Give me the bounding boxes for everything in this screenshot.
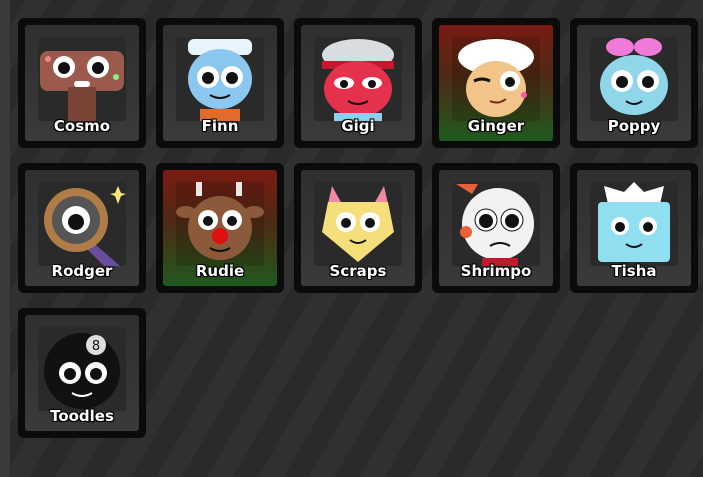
character-card-rudie[interactable]: Rudie xyxy=(156,163,284,293)
character-card-rodger[interactable]: Rodger xyxy=(18,163,146,293)
gigi-icon xyxy=(322,39,394,121)
character-card-ginger[interactable]: Ginger xyxy=(432,18,560,148)
ginger-icon xyxy=(458,39,534,117)
poppy-icon xyxy=(600,38,668,115)
portrait-frame xyxy=(452,37,540,121)
portrait-frame xyxy=(176,37,264,121)
portrait-frame xyxy=(314,37,402,121)
tisha-icon xyxy=(598,182,670,262)
card-frame: Cosmo xyxy=(25,25,139,141)
card-frame: Ginger xyxy=(439,25,553,141)
character-name: Rodger xyxy=(51,262,113,280)
cosmo-icon xyxy=(40,51,124,121)
portrait-frame xyxy=(314,182,402,266)
shrimpo-icon xyxy=(456,184,534,266)
card-frame: Scraps xyxy=(301,170,415,286)
character-card-finn[interactable]: Finn xyxy=(156,18,284,148)
portrait-frame xyxy=(452,182,540,266)
character-card-tisha[interactable]: Tisha xyxy=(570,163,698,293)
character-card-toodles[interactable]: 8 Toodles xyxy=(18,308,146,438)
svg-text:8: 8 xyxy=(92,339,100,354)
rodger-icon xyxy=(44,186,126,266)
card-frame: Rudie xyxy=(163,170,277,286)
portrait-frame xyxy=(590,182,678,266)
scraps-icon xyxy=(322,186,394,262)
character-name: Cosmo xyxy=(53,117,111,135)
character-card-poppy[interactable]: Poppy xyxy=(570,18,698,148)
rudie-icon xyxy=(176,182,264,260)
character-name: Ginger xyxy=(467,117,525,135)
character-card-gigi[interactable]: Gigi xyxy=(294,18,422,148)
finn-icon xyxy=(188,39,252,121)
character-name: Poppy xyxy=(607,117,661,135)
portrait-frame: 8 xyxy=(38,327,126,411)
character-name: Scraps xyxy=(329,262,387,280)
character-name: Gigi xyxy=(341,117,375,135)
character-name: Rudie xyxy=(195,262,245,280)
character-card-scraps[interactable]: Scraps xyxy=(294,163,422,293)
card-frame: Finn xyxy=(163,25,277,141)
card-frame: Gigi xyxy=(301,25,415,141)
character-card-shrimpo[interactable]: Shrimpo xyxy=(432,163,560,293)
toodles-icon: 8 xyxy=(44,333,120,409)
card-frame: Shrimpo xyxy=(439,170,553,286)
card-frame: Tisha xyxy=(577,170,691,286)
portrait-frame xyxy=(590,37,678,121)
character-name: Tisha xyxy=(611,262,657,280)
portrait-frame xyxy=(38,182,126,266)
character-name: Shrimpo xyxy=(460,262,532,280)
card-frame: Rodger xyxy=(25,170,139,286)
portrait-frame xyxy=(38,37,126,121)
character-card-cosmo[interactable]: Cosmo xyxy=(18,18,146,148)
character-name: Finn xyxy=(201,117,239,135)
portrait-frame xyxy=(176,182,264,266)
side-panel-edge xyxy=(0,0,10,477)
card-frame: Poppy xyxy=(577,25,691,141)
card-frame: 8 Toodles xyxy=(25,315,139,431)
character-name: Toodles xyxy=(50,407,114,425)
